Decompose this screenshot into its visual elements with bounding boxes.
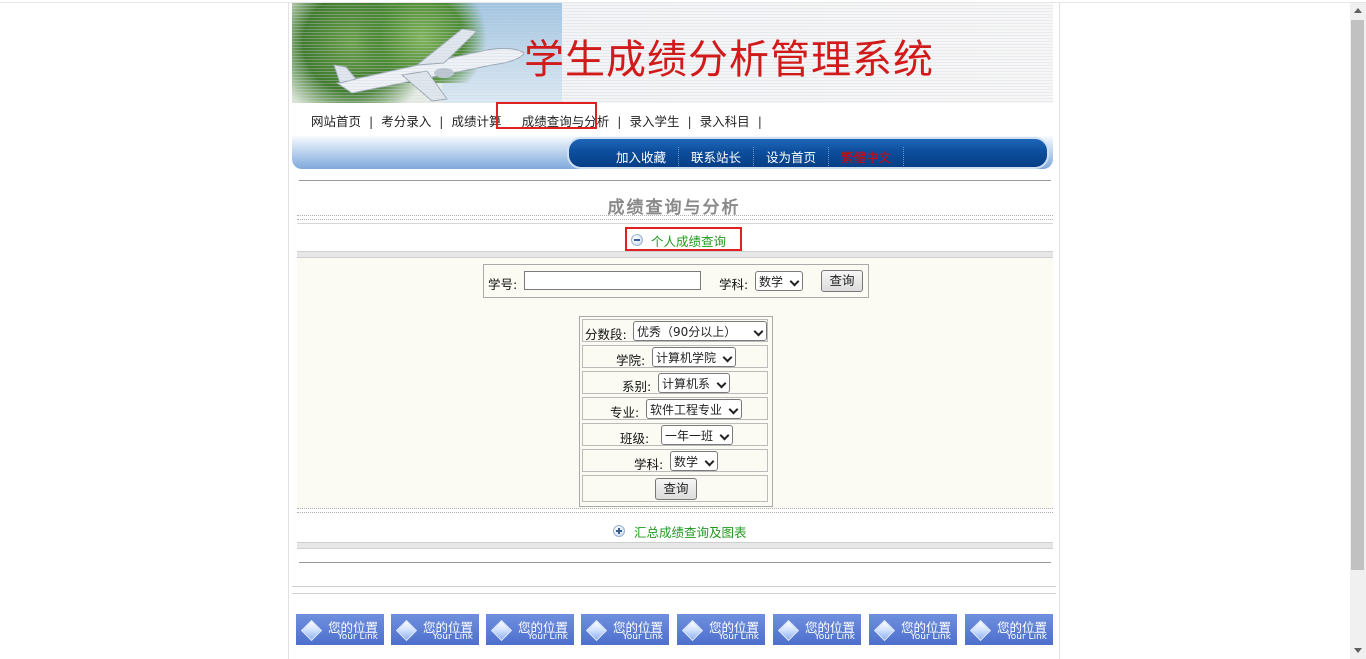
footer-link-subtitle: Your Link	[1006, 632, 1047, 642]
section-band	[297, 542, 1053, 549]
gem-icon	[777, 619, 800, 642]
expand-icon[interactable]	[613, 525, 625, 537]
subject-row: 学科: 数学	[582, 449, 768, 472]
footer-link-subtitle: Your Link	[718, 632, 759, 642]
scroll-down-arrow-icon[interactable]	[1350, 643, 1366, 659]
footer-link-subtitle: Your Link	[337, 632, 378, 642]
class-label: 班级:	[620, 431, 650, 446]
score-range-label: 分数段:	[585, 327, 627, 342]
college-row: 学院: 计算机学院	[582, 345, 768, 368]
set-homepage-link[interactable]: 设为首页	[754, 147, 830, 166]
page: 学生成绩分析管理系统 网站首页|考分录入|成绩计算|成绩查询与分析|录入学生|录…	[0, 0, 1366, 659]
section-band	[297, 251, 1053, 258]
nav-link-score-entry[interactable]: 考分录入	[380, 111, 432, 130]
department-select[interactable]: 计算机系	[658, 373, 730, 393]
footer-link-subtitle: Your Link	[814, 632, 855, 642]
vertical-scrollbar[interactable]	[1350, 3, 1366, 659]
footer-link-subtitle: Your Link	[432, 632, 473, 642]
summary-score-chart-toggle[interactable]: 汇总成绩查询及图表	[634, 522, 747, 541]
site-frame: 学生成绩分析管理系统 网站首页|考分录入|成绩计算|成绩查询与分析|录入学生|录…	[288, 3, 1060, 659]
divider	[299, 180, 1051, 181]
footer-link-6[interactable]: 您的位置 Your Link	[773, 614, 861, 645]
footer-link-2[interactable]: 您的位置 Your Link	[391, 614, 479, 645]
filter-submit-row: 查询	[582, 475, 768, 502]
major-row: 专业: 软件工程专业	[582, 397, 768, 420]
nav-separator: |	[617, 114, 622, 129]
personal-score-query-toggle[interactable]: 个人成绩查询	[651, 231, 726, 250]
footer-link-subtitle: Your Link	[622, 632, 663, 642]
footer-link-5[interactable]: 您的位置 Your Link	[677, 614, 765, 645]
dotted-divider	[297, 512, 1053, 513]
gem-icon	[490, 619, 513, 642]
personal-search-form: 学号: 学科: 数学 查询	[483, 264, 869, 298]
header-banner: 学生成绩分析管理系统	[292, 3, 1053, 103]
score-range-row: 分数段: 优秀（90分以上）	[582, 319, 768, 342]
department-row: 系别: 计算机系	[582, 371, 768, 394]
scroll-thumb[interactable]	[1351, 20, 1364, 570]
college-label: 学院:	[616, 353, 646, 368]
nav-link-home[interactable]: 网站首页	[310, 111, 362, 130]
footer-link-7[interactable]: 您的位置 Your Link	[869, 614, 957, 645]
filter-subject-select[interactable]: 数学	[670, 451, 718, 471]
dotted-divider	[297, 219, 1053, 220]
footer-link-4[interactable]: 您的位置 Your Link	[581, 614, 669, 645]
gem-icon	[300, 619, 323, 642]
major-label: 专业:	[610, 405, 640, 420]
divider	[292, 586, 1056, 587]
footer-link-3[interactable]: 您的位置 Your Link	[486, 614, 574, 645]
quick-links: 加入收藏 联系站长 设为首页 繁體中文	[604, 147, 905, 166]
gem-icon	[395, 619, 418, 642]
class-row: 班级: 一年一班	[582, 423, 768, 446]
score-filter-form: 分数段: 优秀（90分以上） 学院: 计算机学院 系别: 计算机系 专业: 软件…	[579, 316, 773, 507]
collapse-icon[interactable]	[631, 234, 643, 246]
nav-link-score-calc[interactable]: 成绩计算	[450, 111, 502, 130]
quick-links-bar: 加入收藏 联系站长 设为首页 繁體中文	[567, 137, 1049, 169]
dotted-divider	[297, 508, 1053, 509]
main-nav: 网站首页|考分录入|成绩计算|成绩查询与分析|录入学生|录入科目| 加入收藏联系…	[292, 103, 1053, 169]
contact-admin-link[interactable]: 联系站长	[679, 147, 755, 166]
major-select[interactable]: 软件工程专业	[646, 399, 742, 419]
score-range-select[interactable]: 优秀（90分以上）	[633, 321, 767, 341]
nav-separator: |	[757, 114, 762, 129]
subject-label: 学科:	[719, 277, 749, 292]
gem-icon	[873, 619, 896, 642]
student-id-label: 学号:	[488, 277, 518, 292]
footer-link-1[interactable]: 您的位置 Your Link	[296, 614, 384, 645]
footer-link-subtitle: Your Link	[910, 632, 951, 642]
footer-link-8[interactable]: 您的位置 Your Link	[965, 614, 1053, 645]
filter-subject-label: 学科:	[634, 457, 664, 472]
divider	[292, 593, 1056, 594]
active-nav-highlight	[496, 102, 597, 129]
nav-separator: |	[439, 114, 444, 129]
scroll-up-arrow-icon[interactable]	[1350, 3, 1366, 19]
divider	[297, 223, 1053, 224]
nav-link-add-subject[interactable]: 录入科目	[699, 111, 751, 130]
class-select[interactable]: 一年一班	[661, 425, 733, 445]
department-label: 系别:	[622, 379, 652, 394]
gem-icon	[969, 619, 992, 642]
filter-query-button[interactable]: 查询	[655, 478, 697, 500]
dotted-divider	[297, 215, 1053, 216]
nav-link-add-student[interactable]: 录入学生	[628, 111, 680, 130]
footer-link-subtitle: Your Link	[527, 632, 568, 642]
traditional-chinese-link[interactable]: 繁體中文	[829, 147, 905, 166]
student-id-input[interactable]	[524, 271, 701, 290]
site-title: 学生成绩分析管理系统	[524, 37, 934, 83]
gem-icon	[585, 619, 608, 642]
add-favorite-link[interactable]: 加入收藏	[604, 147, 680, 166]
divider	[299, 562, 1051, 563]
subject-select[interactable]: 数学	[755, 271, 803, 291]
college-select[interactable]: 计算机学院	[652, 347, 736, 367]
query-button[interactable]: 查询	[821, 270, 863, 292]
nav-separator: |	[369, 114, 374, 129]
gem-icon	[681, 619, 704, 642]
nav-separator: |	[687, 114, 692, 129]
